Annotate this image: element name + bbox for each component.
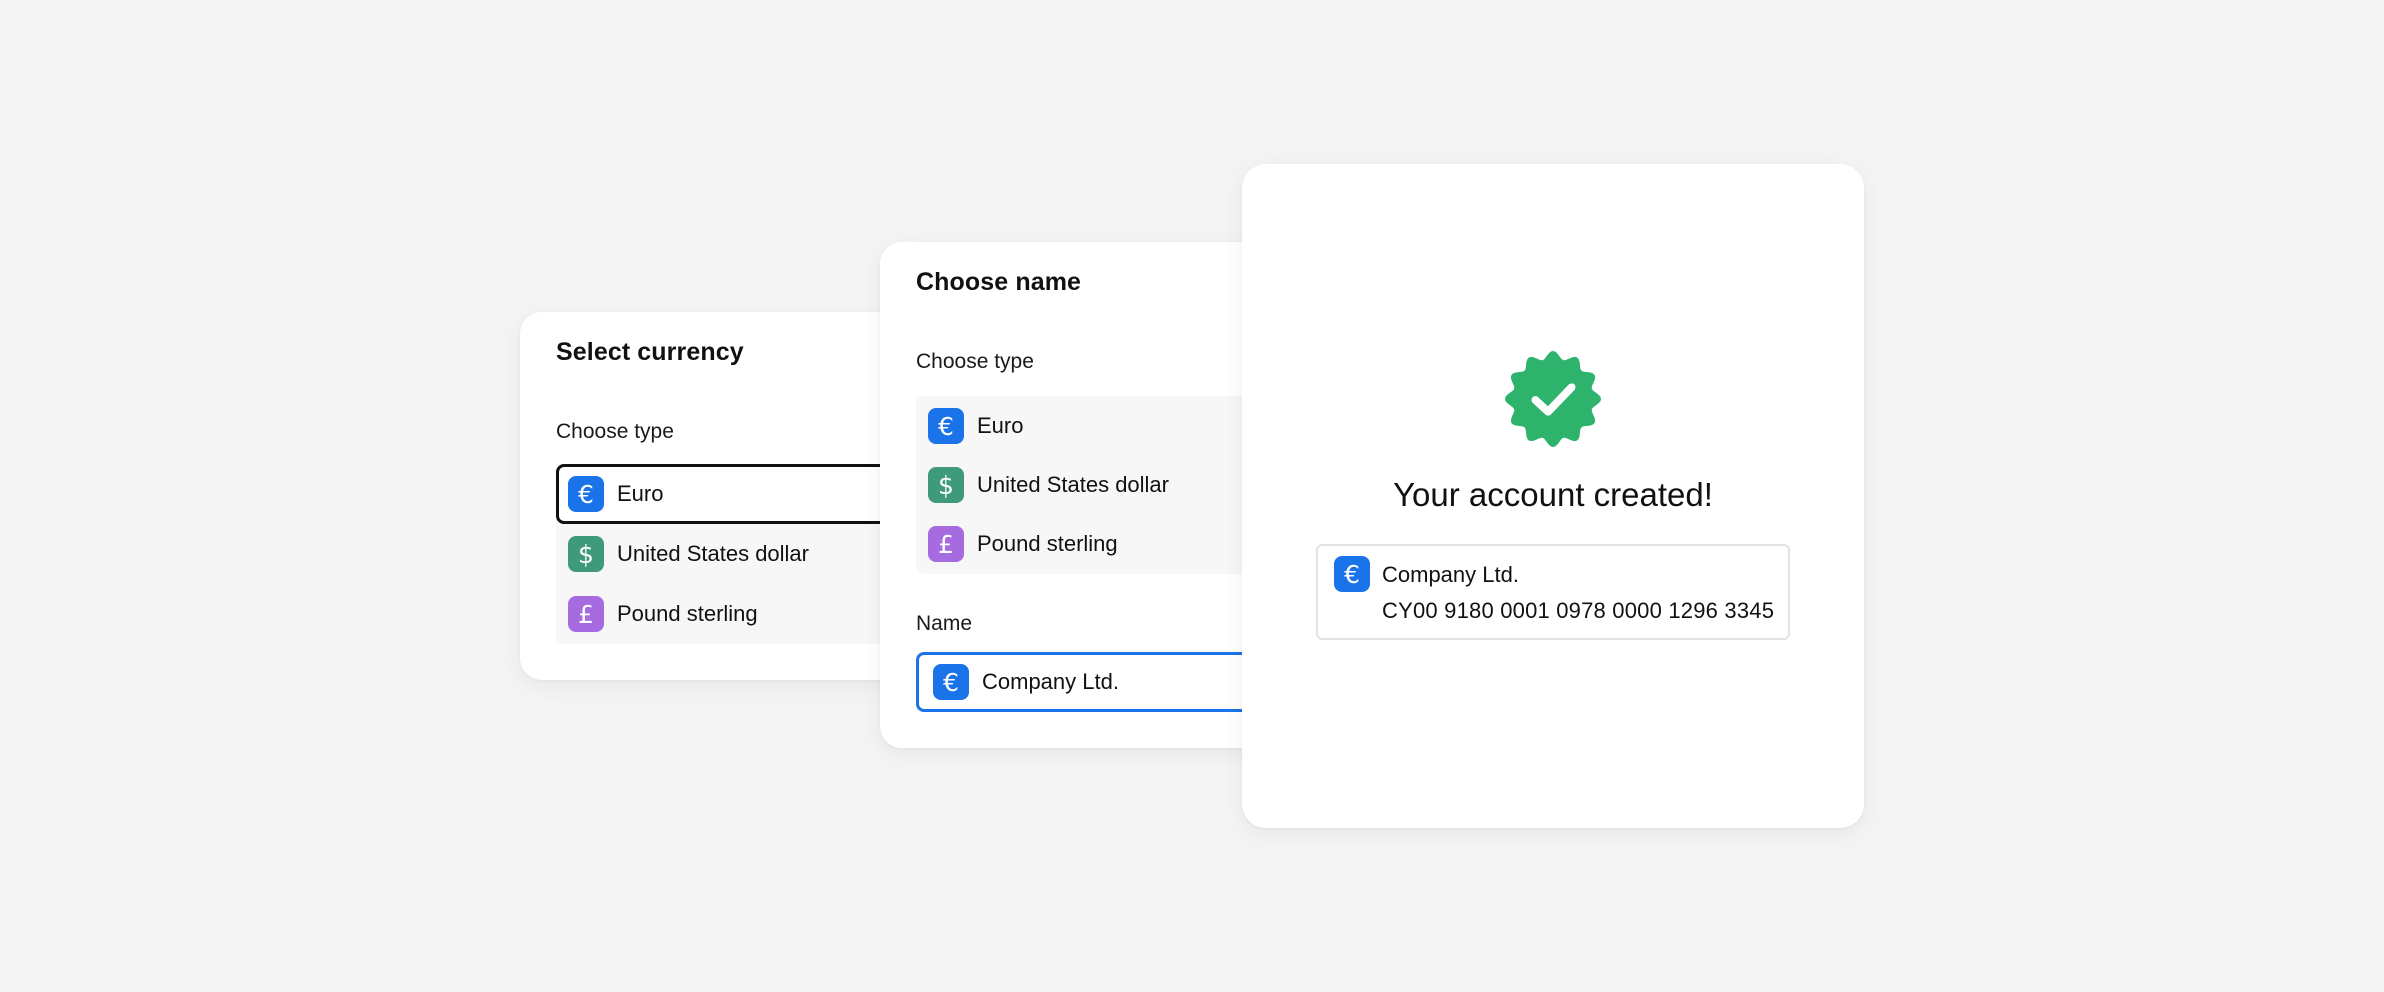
- account-created-card: Your account created! € Company Ltd. CY0…: [1242, 164, 1864, 828]
- card-title: Select currency: [556, 338, 744, 366]
- name-label: Name: [916, 612, 973, 635]
- account-summary: € Company Ltd. CY00 9180 0001 0978 0000 …: [1316, 544, 1790, 640]
- dollar-icon: $: [568, 536, 604, 572]
- euro-icon: €: [928, 408, 964, 444]
- card-title: Choose name: [916, 268, 1082, 296]
- dollar-icon: $: [928, 467, 964, 503]
- euro-icon: €: [1334, 556, 1370, 592]
- name-input-value: Company Ltd.: [982, 669, 1119, 694]
- option-label: United States dollar: [977, 472, 1169, 497]
- option-label: United States dollar: [617, 541, 809, 566]
- option-label: Euro: [617, 481, 664, 506]
- pound-icon: £: [928, 526, 964, 562]
- account-name: Company Ltd.: [1382, 562, 1519, 587]
- verified-check-icon: [1504, 350, 1602, 448]
- choose-type-label: Choose type: [556, 420, 674, 443]
- option-label: Euro: [977, 413, 1024, 438]
- euro-icon: €: [568, 476, 604, 512]
- choose-type-label: Choose type: [916, 350, 1034, 373]
- euro-icon: €: [933, 664, 969, 700]
- success-message: Your account created!: [1393, 476, 1713, 513]
- account-iban: CY00 9180 0001 0978 0000 1296 3345: [1382, 598, 1775, 623]
- option-label: Pound sterling: [977, 531, 1118, 556]
- pound-icon: £: [568, 596, 604, 632]
- option-label: Pound sterling: [617, 601, 758, 626]
